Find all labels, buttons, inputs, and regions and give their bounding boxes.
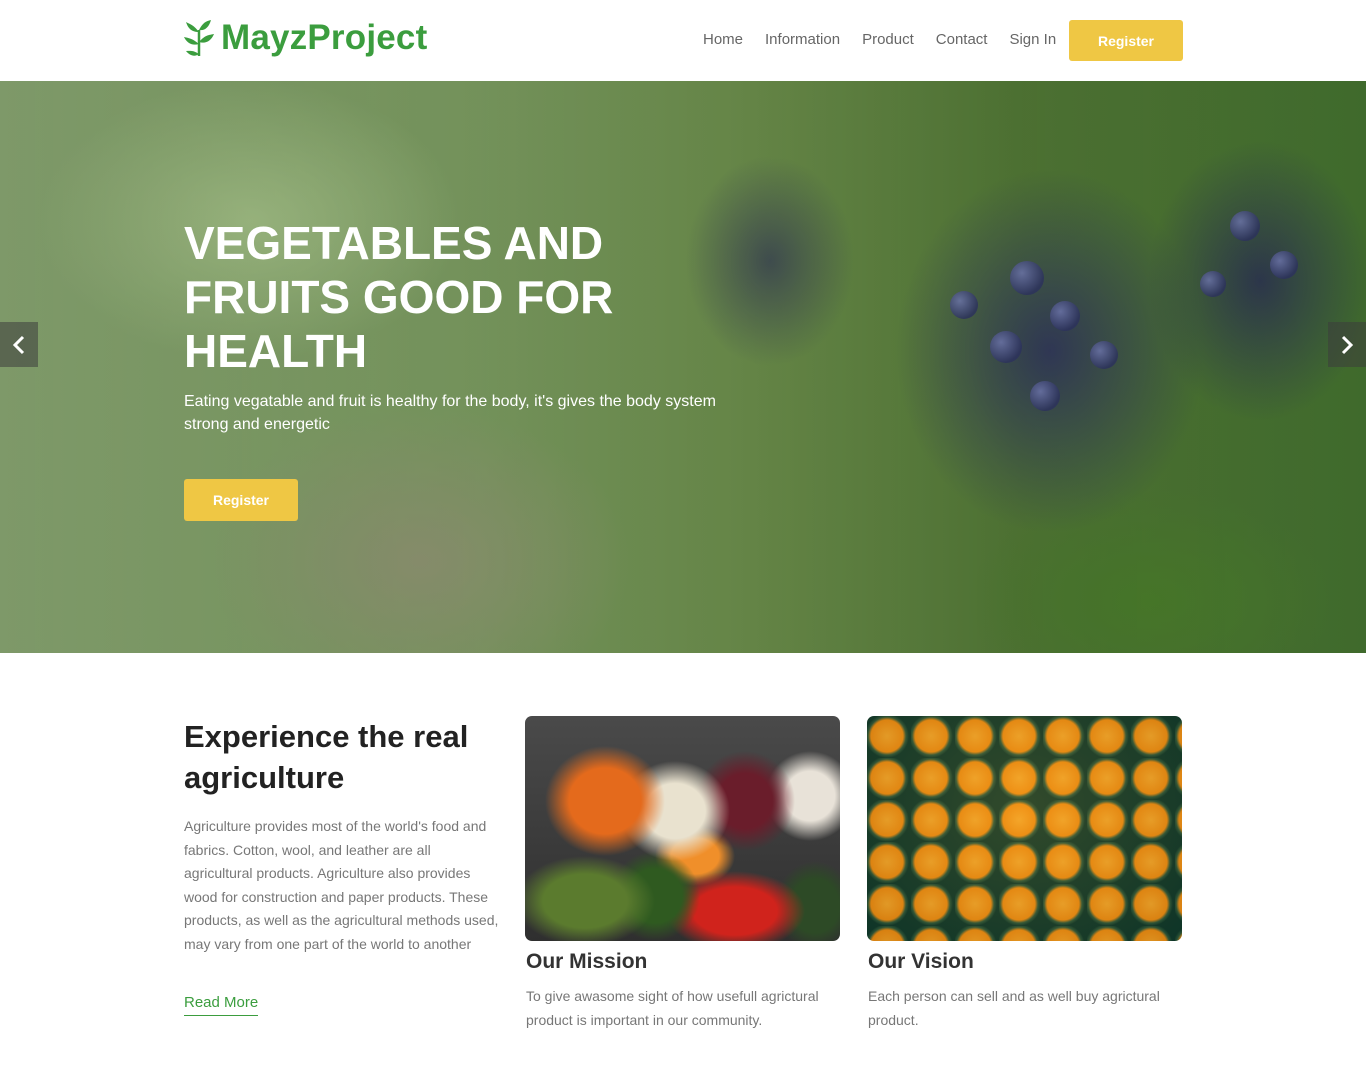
- nav-contact[interactable]: Contact: [936, 31, 988, 48]
- mission-title: Our Mission: [526, 950, 648, 973]
- hero-subtitle: Eating vegatable and fruit is healthy fo…: [184, 393, 716, 433]
- grape-decoration: [1030, 381, 1060, 411]
- vision-text: Each person can sell and as well buy agr…: [868, 988, 1160, 1028]
- grape-decoration: [1090, 341, 1118, 369]
- main-nav: Home Information Product Contact Sign In: [692, 31, 1067, 48]
- about-title: Experience the real agriculture: [184, 719, 469, 795]
- read-more-link[interactable]: Read More: [184, 994, 259, 1016]
- grape-decoration: [990, 331, 1022, 363]
- nav-home[interactable]: Home: [703, 31, 743, 48]
- about-text: Agriculture provides most of the world's…: [184, 818, 499, 952]
- brand-name: MayzProject: [221, 18, 428, 57]
- leaf-icon: [184, 20, 214, 56]
- nav-product[interactable]: Product: [862, 31, 914, 48]
- grape-decoration: [1270, 251, 1298, 279]
- mission-image: [525, 716, 840, 941]
- chevron-left-icon: [12, 335, 25, 354]
- carousel-next-button[interactable]: [1328, 322, 1366, 367]
- vision-title: Our Vision: [868, 950, 974, 973]
- hero-title: VEGETABLES AND FRUITS GOOD FOR HEALTH: [184, 217, 614, 377]
- mission-text: To give awasome sight of how usefull agr…: [526, 988, 819, 1028]
- chevron-right-icon: [1341, 335, 1354, 354]
- nav-register-button[interactable]: Register: [1069, 20, 1183, 61]
- grape-decoration: [1010, 261, 1044, 295]
- navbar: MayzProject Home Information Product Con…: [0, 0, 1366, 81]
- grape-decoration: [950, 291, 978, 319]
- carousel-prev-button[interactable]: [0, 322, 38, 367]
- grape-decoration: [1230, 211, 1260, 241]
- brand-logo-link[interactable]: MayzProject: [183, 18, 427, 58]
- nav-information[interactable]: Information: [765, 31, 840, 48]
- hero-register-button[interactable]: Register: [184, 479, 298, 521]
- hero-carousel: VEGETABLES AND FRUITS GOOD FOR HEALTH Ea…: [0, 81, 1366, 653]
- nav-sign-in[interactable]: Sign In: [1009, 31, 1056, 48]
- grape-decoration: [1050, 301, 1080, 331]
- vision-image: [867, 716, 1182, 941]
- grape-decoration: [1200, 271, 1226, 297]
